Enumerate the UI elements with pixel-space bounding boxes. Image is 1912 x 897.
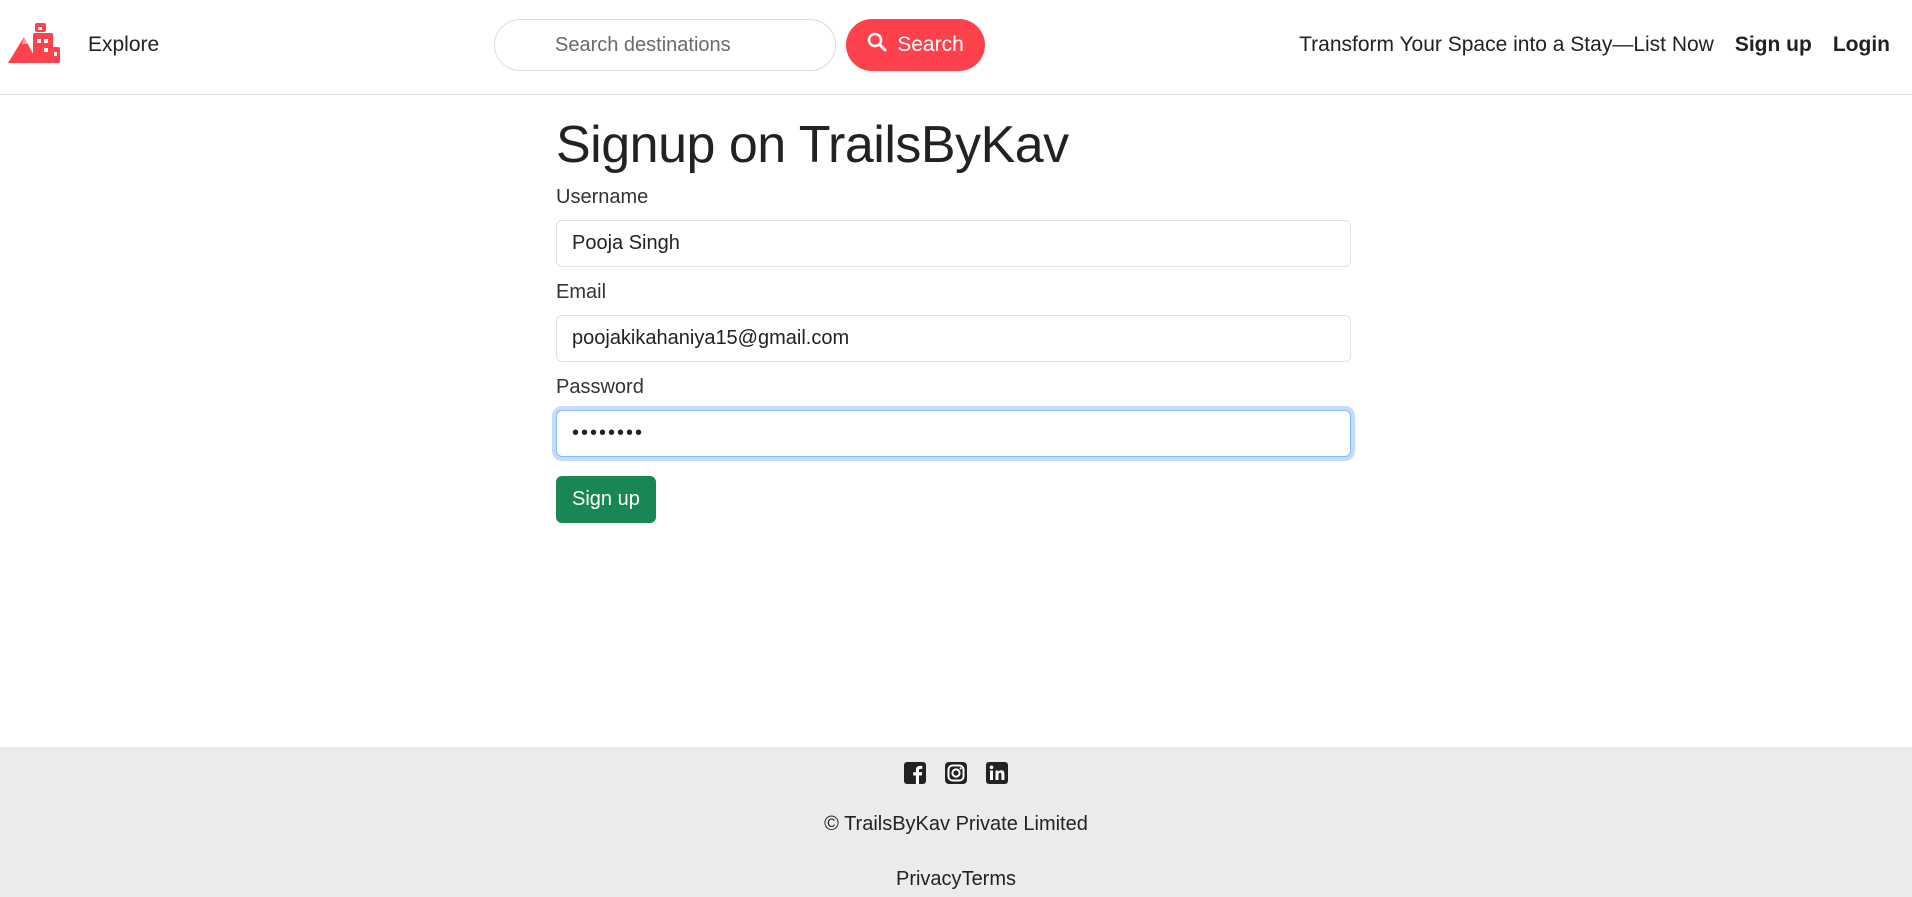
email-label: Email xyxy=(556,281,607,303)
navbar: Explore Search Transform Your Space into… xyxy=(0,0,1912,95)
mountain-hotel-logo-icon[interactable] xyxy=(8,21,60,63)
username-label: Username xyxy=(556,186,649,208)
search-button[interactable]: Search xyxy=(846,19,985,71)
search-icon xyxy=(867,32,887,58)
social-links xyxy=(0,762,1912,784)
nav-explore-link[interactable]: Explore xyxy=(88,33,159,57)
nav-right-links: Transform Your Space into a Stay—List No… xyxy=(1299,33,1890,57)
signup-form-container: Signup on TrailsByKav Username Email Pas… xyxy=(556,112,1351,523)
copyright-text: © TrailsByKav Private Limited xyxy=(824,813,1088,835)
page-title: Signup on TrailsByKav xyxy=(556,116,1069,174)
footer-links: PrivacyTerms xyxy=(0,868,1912,891)
email-field[interactable] xyxy=(556,315,1351,362)
username-group: Username xyxy=(556,186,1351,267)
nav-signup-link[interactable]: Sign up xyxy=(1735,33,1812,57)
nav-login-link[interactable]: Login xyxy=(1833,33,1890,57)
password-label: Password xyxy=(556,376,644,398)
linkedin-icon[interactable] xyxy=(986,762,1008,784)
password-group: Password xyxy=(556,376,1351,457)
password-field[interactable] xyxy=(556,410,1351,457)
search-input[interactable] xyxy=(494,19,836,71)
footer: © TrailsByKav Private Limited PrivacyTer… xyxy=(0,747,1912,897)
signup-submit-button[interactable]: Sign up xyxy=(556,476,656,523)
search-button-label: Search xyxy=(897,33,964,56)
terms-link[interactable]: Terms xyxy=(962,868,1016,890)
email-group: Email xyxy=(556,281,1351,362)
privacy-link[interactable]: Privacy xyxy=(896,868,962,890)
username-field[interactable] xyxy=(556,220,1351,267)
instagram-icon[interactable] xyxy=(945,762,967,784)
facebook-icon[interactable] xyxy=(904,762,926,784)
list-your-space-link[interactable]: Transform Your Space into a Stay—List No… xyxy=(1299,33,1714,57)
